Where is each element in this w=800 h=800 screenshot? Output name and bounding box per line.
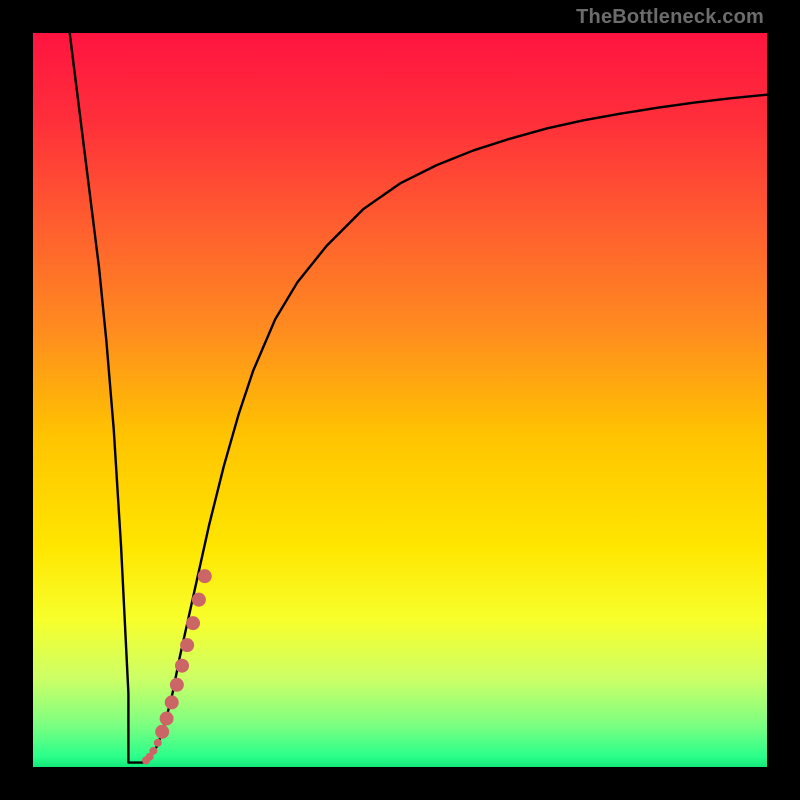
dot [155, 725, 169, 739]
dot [192, 593, 206, 607]
dot [180, 638, 194, 652]
chart-frame: TheBottleneck.com [0, 0, 800, 800]
chart-svg [33, 33, 767, 767]
dot [198, 569, 212, 583]
dot [170, 678, 184, 692]
dot [154, 739, 162, 747]
dot [160, 712, 174, 726]
dot [149, 747, 157, 755]
plot-area [33, 33, 767, 767]
watermark-text: TheBottleneck.com [576, 6, 764, 29]
dot [186, 616, 200, 630]
dot [175, 659, 189, 673]
dot [165, 695, 179, 709]
gradient-background [33, 33, 767, 767]
